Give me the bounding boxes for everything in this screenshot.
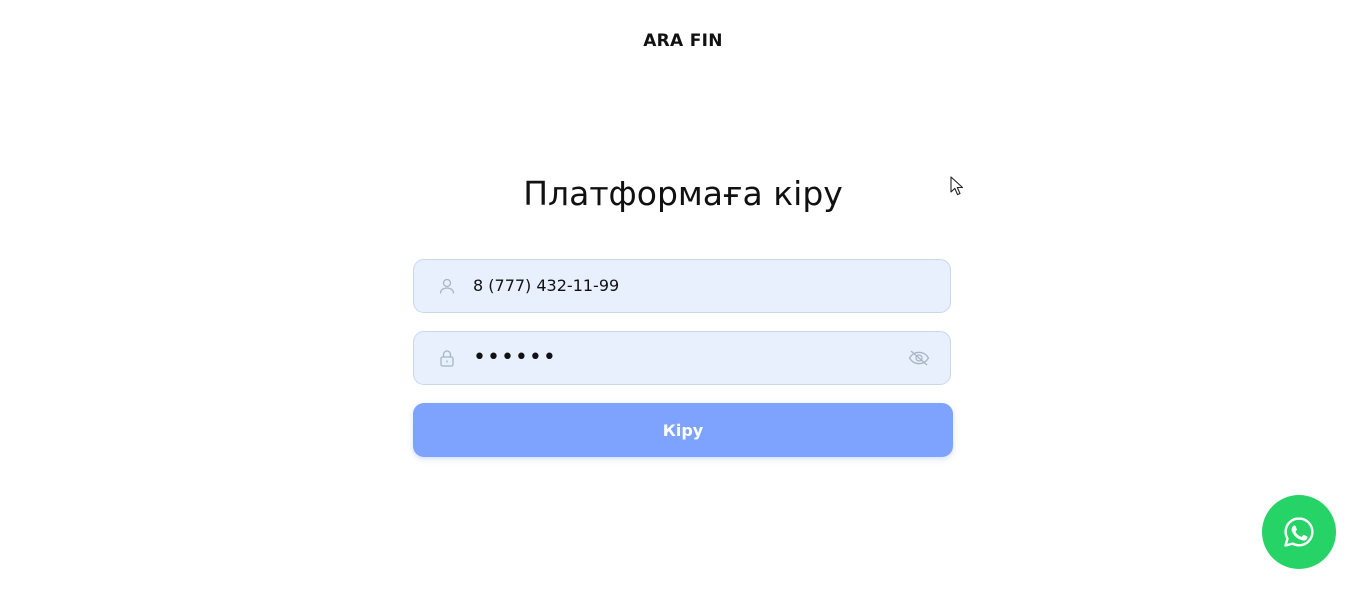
- password-field[interactable]: ••••••: [413, 331, 951, 385]
- phone-input[interactable]: 8 (777) 432-11-99: [473, 260, 619, 312]
- lock-icon: [438, 349, 456, 367]
- user-icon: [438, 277, 456, 295]
- brand-logo[interactable]: ARA FIN: [0, 31, 1366, 51]
- phone-field[interactable]: 8 (777) 432-11-99: [413, 259, 951, 313]
- eye-off-icon[interactable]: [908, 349, 930, 367]
- page-title: Платформаға кіру: [523, 174, 843, 213]
- whatsapp-chat-button[interactable]: [1262, 495, 1336, 569]
- password-input[interactable]: ••••••: [473, 332, 557, 384]
- mouse-cursor-icon: [950, 176, 966, 196]
- whatsapp-icon: [1284, 517, 1314, 547]
- login-button[interactable]: Кіру: [413, 403, 953, 457]
- login-page: ARA FIN Платформаға кіру 8 (777) 432-11-…: [0, 0, 1366, 599]
